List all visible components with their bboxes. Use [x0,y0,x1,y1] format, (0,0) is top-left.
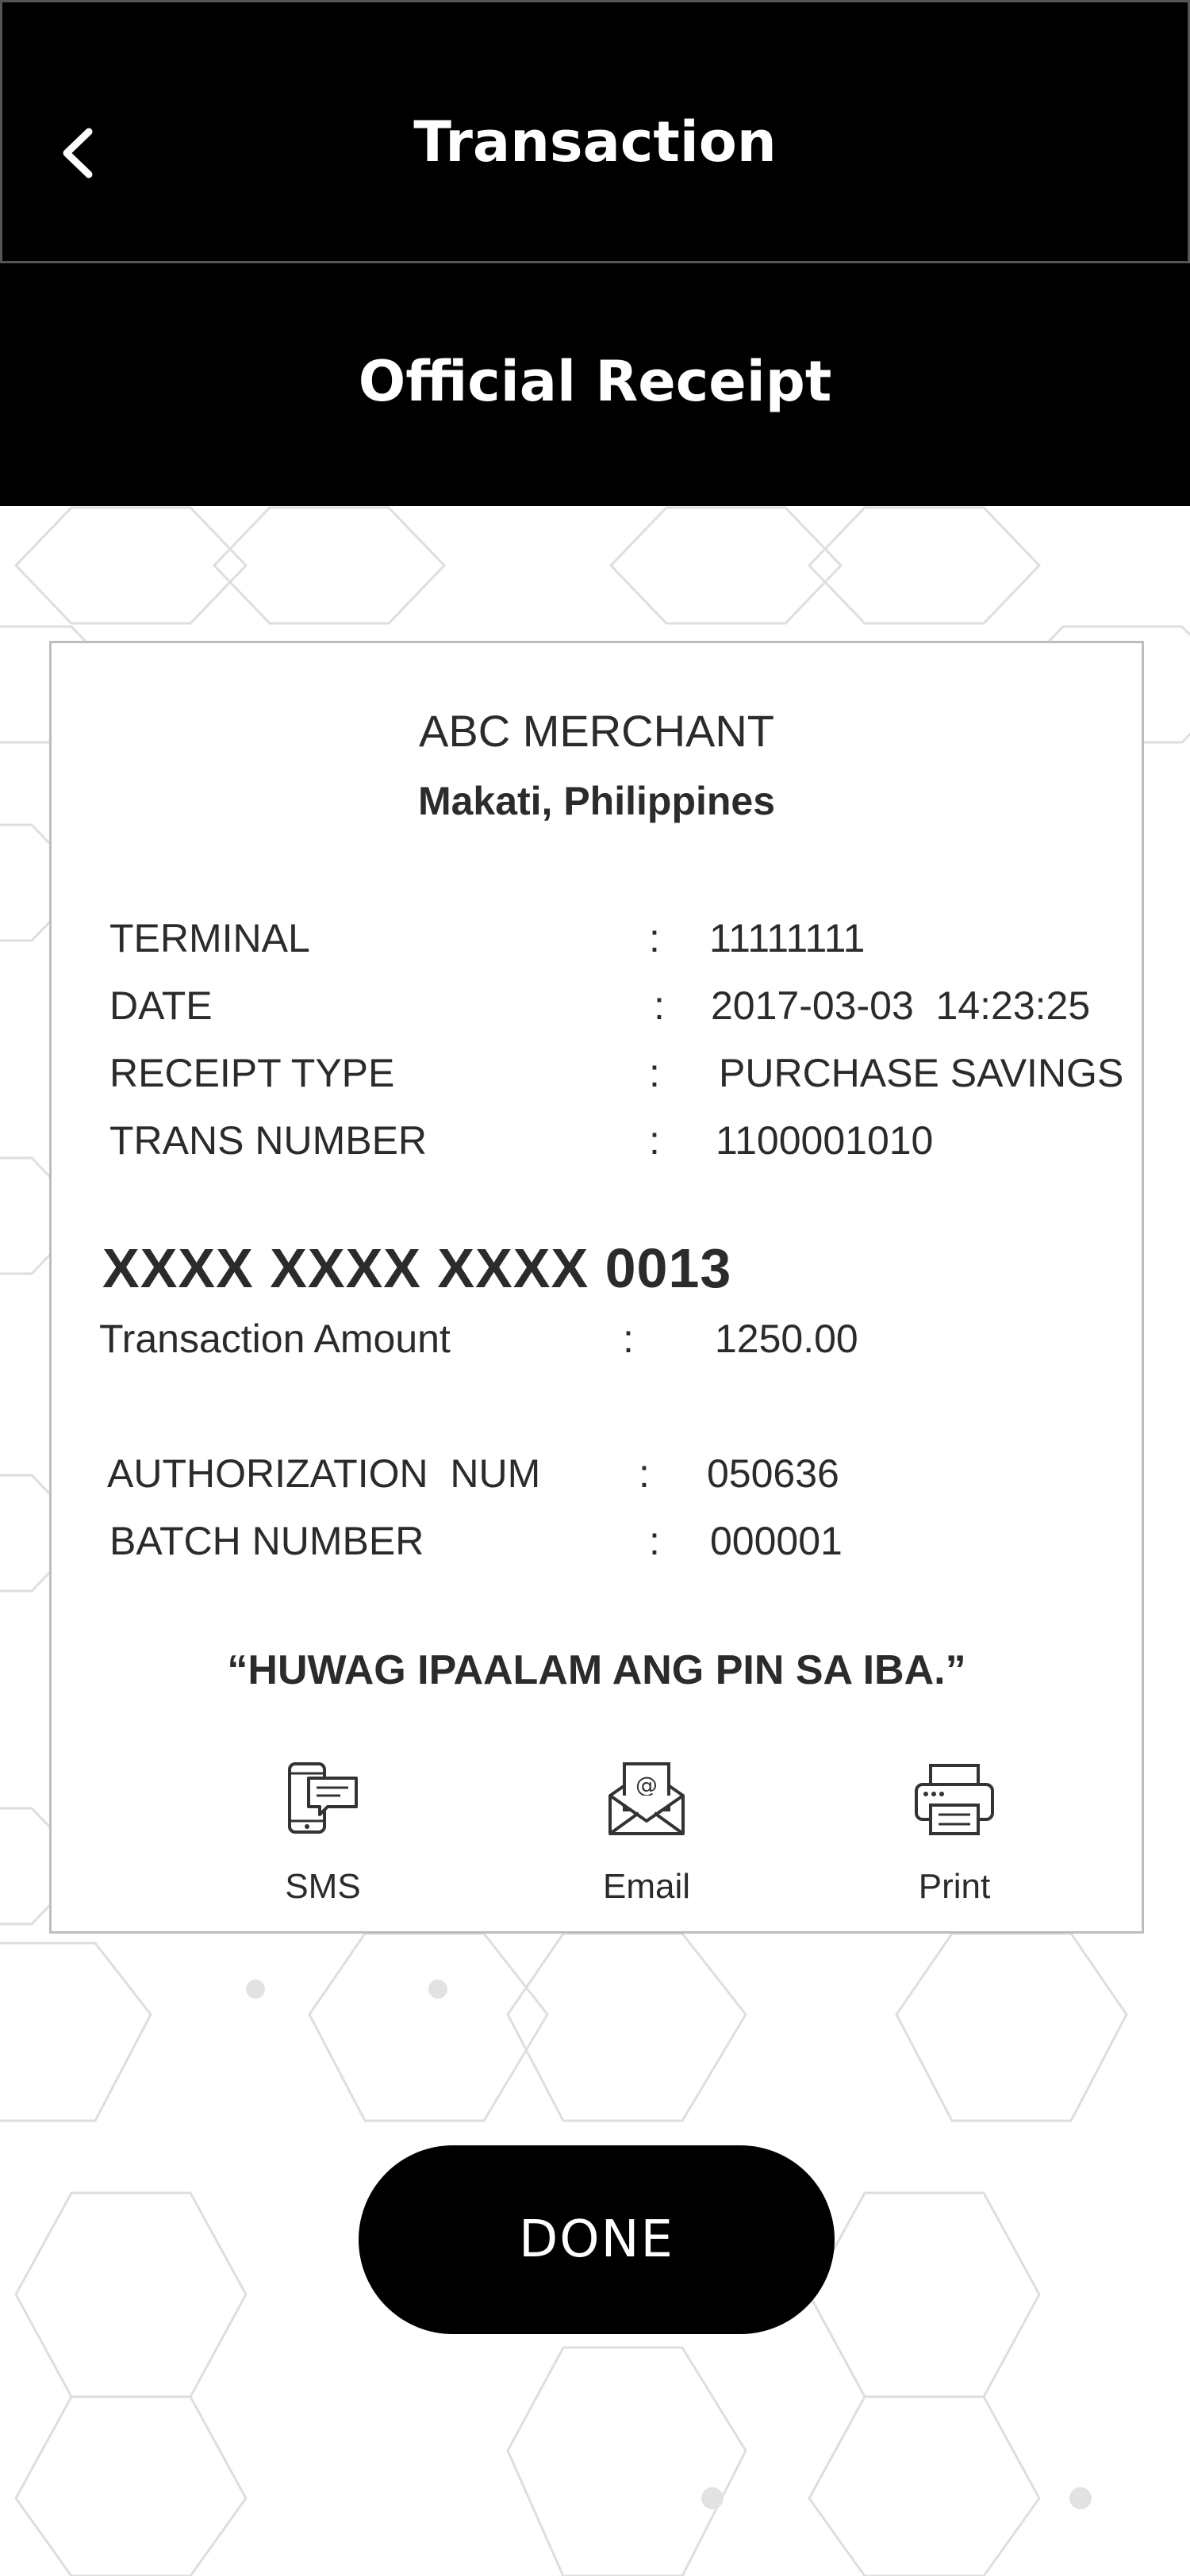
done-button[interactable]: DONE [359,2145,835,2334]
print-button[interactable]: Print [851,1750,1058,1907]
detail-separator: : [654,983,665,1028]
email-envelope-icon: @ [608,1762,685,1835]
receipt-heading: Official Receipt [358,349,832,414]
detail-label: DATE [109,983,213,1028]
page-title: Transaction [413,109,777,174]
svg-text:@: @ [635,1772,658,1798]
detail-value: 2017-03-03 14:23:25 [711,983,1091,1028]
email-label: Email [602,1867,691,1906]
detail-separator: : [639,1451,650,1496]
printer-icon [915,1764,994,1835]
pin-warning: “HUWAG IPAALAM ANG PIN SA IBA.” [227,1647,966,1693]
done-button-label: DONE [519,2210,674,2269]
detail-label: TRANS NUMBER [109,1118,428,1163]
merchant-location: Makati, Philippines [417,779,776,823]
detail-separator: : [649,916,660,960]
detail-separator: : [623,1317,634,1361]
merchant-name: ABC MERCHANT [418,706,775,756]
email-button[interactable]: @ Email [543,1750,750,1907]
print-label: Print [918,1867,991,1906]
detail-separator: : [649,1118,660,1163]
receipt-title-banner: Official Receipt [0,263,1190,506]
detail-label: RECEIPT TYPE [109,1051,395,1095]
detail-value: 1100001010 [716,1118,934,1163]
detail-label: BATCH NUMBER [109,1519,424,1563]
sms-label: SMS [285,1867,361,1906]
detail-value: 000001 [710,1519,843,1563]
sms-phone-icon [288,1762,358,1834]
amount-label: Transaction Amount [99,1317,451,1361]
detail-separator: : [649,1051,660,1095]
detail-label: TERMINAL [109,916,310,960]
masked-card-number: XXXX XXXX XXXX 0013 [102,1237,732,1299]
sms-button[interactable]: SMS [220,1750,426,1907]
receipt-card: ABC MERCHANT Makati, Philippines TERMINA… [49,641,1144,1934]
app-header: Transaction [0,0,1190,263]
detail-value: PURCHASE SAVINGS [719,1051,1124,1095]
detail-value: 050636 [707,1451,839,1496]
detail-value: 11111111 [709,916,866,960]
detail-separator: : [649,1519,660,1563]
detail-label: AUTHORIZATION NUM [107,1451,541,1496]
amount-value: 1250.00 [715,1317,858,1361]
